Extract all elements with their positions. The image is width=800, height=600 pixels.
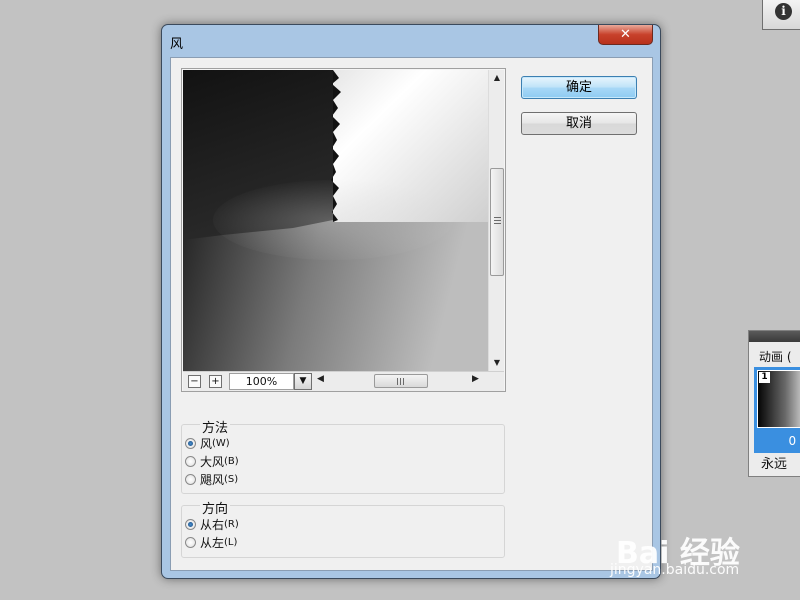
direction-option-right[interactable]: 从右 (R) xyxy=(185,516,239,532)
preview-graphic xyxy=(183,70,488,371)
chevron-down-icon[interactable]: ▼ xyxy=(294,373,312,390)
radio-button[interactable] xyxy=(185,473,196,485)
animation-frame[interactable]: 1 0 秒 xyxy=(754,367,800,453)
frame-delay[interactable]: 0 秒 xyxy=(754,432,800,449)
option-hotkey: (R) xyxy=(224,518,239,530)
frame-thumbnail: 1 xyxy=(757,370,800,428)
radio-button[interactable] xyxy=(185,437,196,449)
direction-group: 方向 从右 (R) 从左 (L) xyxy=(181,498,505,558)
option-hotkey: (W) xyxy=(212,437,230,449)
zoom-in-button[interactable]: + xyxy=(209,375,222,388)
option-label: 飓风 xyxy=(200,472,225,487)
loop-setting[interactable]: 永远 xyxy=(761,453,787,472)
method-group: 方法 风 (W) 大风 (B) 飓风 (S) xyxy=(181,417,505,494)
preview-panel: ▲ ▼ − + 100% ▼ ◀ ▶ xyxy=(181,68,506,392)
baidu-watermark: Bai 经验 jingyan.baidu.com xyxy=(610,510,800,600)
scroll-right-icon[interactable]: ▶ xyxy=(472,374,479,384)
option-label: 从右 xyxy=(200,517,225,532)
frame-number: 1 xyxy=(759,372,770,383)
scroll-left-icon[interactable]: ◀ xyxy=(317,374,324,384)
radio-button[interactable] xyxy=(185,518,196,530)
preview-image[interactable] xyxy=(183,70,488,371)
close-icon: ✕ xyxy=(620,27,631,42)
method-option-strong-wind[interactable]: 大风 (B) xyxy=(185,453,239,469)
watermark-url: jingyan.baidu.com xyxy=(610,562,740,578)
option-hotkey: (L) xyxy=(224,536,238,548)
title-bar[interactable]: 风 ✕ xyxy=(162,25,660,57)
option-label: 大风 xyxy=(200,454,225,469)
option-hotkey: (B) xyxy=(224,455,239,467)
zoom-level[interactable]: 100% xyxy=(229,373,294,390)
panel-header[interactable] xyxy=(749,331,800,342)
animation-panel-title[interactable]: 动画 ( xyxy=(759,348,792,365)
radio-button[interactable] xyxy=(185,536,196,548)
method-option-hurricane[interactable]: 飓风 (S) xyxy=(185,471,238,487)
option-hotkey: (S) xyxy=(224,473,239,485)
wind-dialog: 风 ✕ ▲ ▼ − + 100% ▼ ◀ ▶ 确定 取消 方法 风 (W) 大风… xyxy=(161,24,661,579)
info-button[interactable]: i xyxy=(762,0,800,30)
ok-button[interactable]: 确定 xyxy=(521,76,637,99)
info-icon: i xyxy=(775,3,792,20)
dialog-title: 风 xyxy=(170,37,184,52)
method-group-title: 方法 xyxy=(200,417,231,436)
preview-toolbar: − + 100% ▼ ◀ ▶ xyxy=(183,371,504,391)
cancel-button[interactable]: 取消 xyxy=(521,112,637,135)
preview-vertical-scrollbar[interactable]: ▲ ▼ xyxy=(488,70,504,371)
option-label: 从左 xyxy=(200,535,225,550)
scroll-down-icon[interactable]: ▼ xyxy=(489,355,505,371)
close-button[interactable]: ✕ xyxy=(598,25,653,45)
animation-panel: 动画 ( 1 0 秒 永远 xyxy=(748,330,800,477)
option-label: 风 xyxy=(200,436,213,451)
radio-button[interactable] xyxy=(185,455,196,467)
direction-option-left[interactable]: 从左 (L) xyxy=(185,534,237,550)
direction-group-title: 方向 xyxy=(200,498,231,517)
vertical-scroll-thumb[interactable] xyxy=(490,168,504,276)
scroll-up-icon[interactable]: ▲ xyxy=(489,70,505,86)
dialog-client: ▲ ▼ − + 100% ▼ ◀ ▶ 确定 取消 方法 风 (W) 大风 (B)… xyxy=(170,57,653,571)
zoom-out-button[interactable]: − xyxy=(188,375,201,388)
method-option-wind[interactable]: 风 (W) xyxy=(185,435,230,451)
horizontal-scroll-thumb[interactable] xyxy=(374,374,428,388)
